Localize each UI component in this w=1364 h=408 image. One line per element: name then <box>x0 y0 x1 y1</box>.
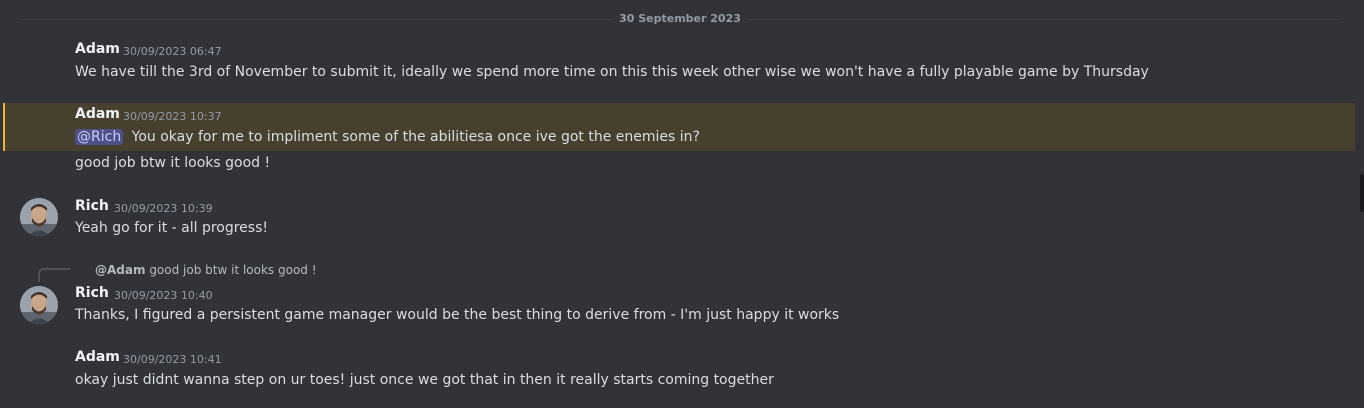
reply-connector <box>38 268 70 282</box>
author-name[interactable]: Adam <box>75 106 120 122</box>
user-avatar-icon <box>20 198 58 236</box>
author-name[interactable]: Adam <box>75 349 120 365</box>
date-divider-label: 30 September 2023 <box>613 12 747 25</box>
message-text: Yeah go for it - all progress! <box>75 220 268 236</box>
avatar[interactable] <box>20 286 58 324</box>
author-name[interactable]: Rich <box>75 285 109 301</box>
message-timestamp[interactable]: 30/09/2023 10:39 <box>114 202 213 215</box>
message-timestamp[interactable]: 30/09/2023 06:47 <box>123 45 222 58</box>
date-divider: 30 September 2023 <box>0 12 1360 25</box>
reply-text[interactable]: good job btw it looks good ! <box>149 263 316 277</box>
message-timestamp[interactable]: 30/09/2023 10:37 <box>123 110 222 123</box>
reply-author[interactable]: @Adam <box>95 263 145 277</box>
message-text: @Rich You okay for me to impliment some … <box>75 129 700 145</box>
message-body: You okay for me to impliment some of the… <box>131 129 700 145</box>
avatar[interactable] <box>20 198 58 236</box>
user-mention[interactable]: @Rich <box>75 129 124 145</box>
message-timestamp[interactable]: 30/09/2023 10:41 <box>123 353 222 366</box>
message-text: good job btw it looks good ! <box>75 155 271 171</box>
reply-preview[interactable]: @Adam good job btw it looks good ! <box>95 263 317 277</box>
author-name[interactable]: Adam <box>75 41 120 57</box>
message-text: okay just didnt wanna step on ur toes! j… <box>75 372 774 388</box>
author-name[interactable]: Rich <box>75 198 109 214</box>
message-text: Thanks, I figured a persistent game mana… <box>75 307 840 323</box>
message-timestamp[interactable]: 30/09/2023 10:40 <box>114 289 213 302</box>
chat-messages: 30 September 2023 Adam 30/09/2023 06:47 … <box>0 0 1364 408</box>
user-avatar-icon <box>20 286 58 324</box>
message-text: We have till the 3rd of November to subm… <box>75 64 1149 80</box>
scrollbar-thumb[interactable] <box>1360 174 1364 212</box>
